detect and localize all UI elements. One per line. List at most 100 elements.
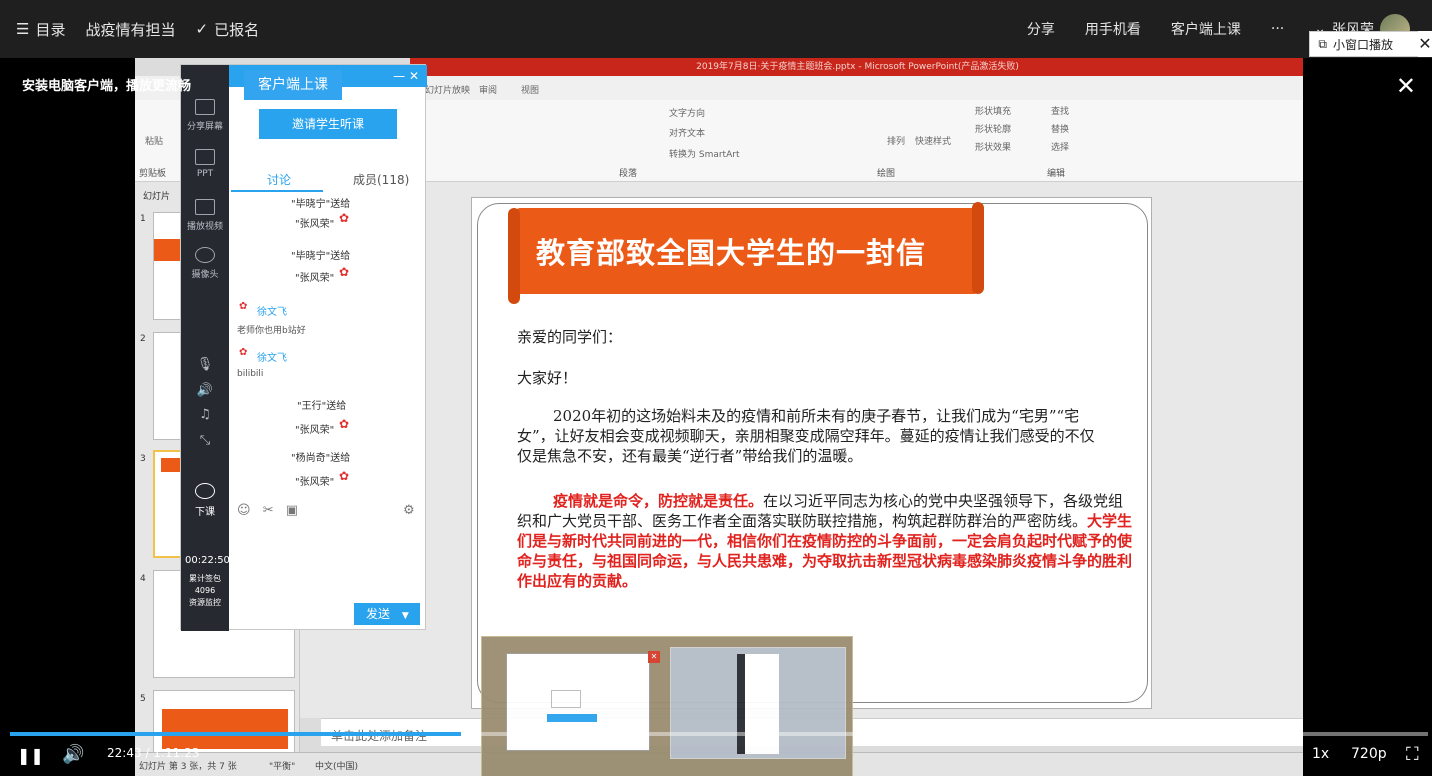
cumulative-label: 累计签包: [189, 574, 221, 583]
chat-message: "王行"送给: [297, 401, 347, 412]
classroom-sidebar: 分享屏幕 PPT 播放视频 摄像头 🎙 🔊 ♫ ⤡ 下课 00:22:50 累计…: [181, 65, 230, 631]
timer-value: 00:22:50: [185, 555, 230, 566]
slide-title: 教育部致全国大学生的一封信: [536, 236, 927, 270]
mini-window-close-icon[interactable]: ✕: [1418, 31, 1432, 57]
slide-canvas: 教育部致全国大学生的一封信 亲爱的同学们： 大家好！ 2020年初的这场始料未及…: [471, 197, 1152, 709]
monitor-label: 资源监控: [189, 598, 221, 607]
title-banner: 教育部致全国大学生的一封信: [508, 202, 984, 304]
music-icon: ♫: [199, 407, 211, 422]
quality-button[interactable]: 720p: [1351, 746, 1387, 762]
course-title: 战疫情有担当: [85, 20, 176, 39]
paste-label: 粘贴: [145, 137, 164, 147]
thumbs-label: 幻灯片: [143, 192, 171, 202]
tab-underline: [231, 190, 323, 192]
letter-paragraph-2: 疫情就是命令，防控就是责任。在以习近平同志为核心的党中央坚强领导下，各级党组织和…: [517, 491, 1137, 591]
mobile-view-button[interactable]: 用手机看: [1085, 19, 1141, 39]
camera-icon: [195, 247, 215, 263]
more-button[interactable]: ···: [1271, 21, 1284, 37]
chat-message: "毕晓宁"送给: [291, 251, 351, 262]
thumb-number: 4: [140, 574, 146, 584]
total-time: 1:11:23: [153, 746, 200, 760]
letter-greeting: 亲爱的同学们：: [517, 328, 623, 346]
ppt-label: PPT: [196, 169, 214, 179]
gear-icon: ⚙: [403, 503, 415, 518]
progress-fill[interactable]: [10, 732, 461, 736]
ribbon-item: 对齐文本: [669, 129, 706, 139]
ppt-window-title: 2019年7月8日·关于疫情主题班会.pptx - Microsoft Powe…: [410, 58, 1303, 76]
expand-icon: ⤡: [199, 433, 211, 448]
class-timer: 00:22:50 累计签包 4096 资源监控: [185, 555, 230, 609]
ppt-icon: [195, 149, 215, 165]
chat-toolbar: ☺ ✂ ▣: [237, 503, 298, 518]
chat-message: "张风荣": [295, 273, 335, 284]
menu-icon: ☰: [16, 20, 30, 38]
ribbon-item: 转换为 SmartArt: [669, 150, 740, 160]
ribbon-item: 文字方向: [669, 109, 706, 119]
top-bar: ☰ 目录 战疫情有担当 ✓ 已报名 分享 用手机看 客户端上课 ··· ⌄ 张风…: [0, 0, 1432, 58]
ppt-tab: 视图: [521, 86, 540, 96]
ribbon-group: 剪贴板: [139, 169, 167, 179]
client-class-cta-button[interactable]: 客户端上课: [244, 70, 342, 100]
chat-message: "毕晓宁"送给: [291, 199, 351, 210]
ribbon-item: 排列: [887, 137, 906, 147]
speed-button[interactable]: 1x: [1312, 746, 1329, 762]
thumb-number: 1: [140, 214, 146, 224]
chat-message: "张风荣": [295, 219, 335, 230]
chat-message: 老师你也用b站好: [237, 326, 306, 336]
letter-paragraph-1: 2020年初的这场始料未及的疫情和前所未有的庚子春节，让我们成为“宅男”“宅女”…: [517, 407, 1095, 465]
video-icon: [195, 199, 215, 215]
ribbon-item: 替换: [1051, 125, 1070, 135]
mini-window-button[interactable]: ⧉ 小窗口播放: [1309, 31, 1422, 57]
thumb-number: 2: [140, 334, 146, 344]
enrolled-status: ✓ 已报名: [195, 19, 259, 40]
install-tip: 安装电脑客户端，播放更流畅: [22, 79, 192, 94]
ribbon-group: 绘图: [877, 169, 896, 179]
ribbon-item: 形状轮廓: [975, 125, 1012, 135]
flower-icon: ✿: [339, 417, 350, 431]
ppt-tab: 幻灯片放映: [425, 86, 471, 96]
client-class-button[interactable]: 客户端上课: [1171, 19, 1241, 39]
ribbon-item: 查找: [1051, 107, 1070, 117]
ribbon-item: 形状效果: [975, 143, 1012, 153]
send-label: 发送: [366, 607, 391, 621]
share-screen-label: 分享屏幕: [186, 122, 223, 132]
share-screen-tool: 分享屏幕: [181, 99, 229, 132]
flower-icon: ✿: [339, 211, 350, 225]
chat-message: "张风荣": [295, 477, 335, 488]
pause-icon[interactable]: ❚❚: [17, 746, 44, 765]
share-button[interactable]: 分享: [1027, 19, 1055, 39]
monitor-icon: [551, 690, 581, 708]
para2-red-1: 疫情就是命令，防控就是责任。: [553, 492, 764, 510]
chat-username: 徐文飞: [257, 307, 287, 318]
scissors-icon: ✂: [262, 503, 274, 518]
menu-button[interactable]: ☰ 目录: [16, 19, 65, 40]
close-icon[interactable]: ✕: [1396, 72, 1416, 100]
chat-message: bilibili: [237, 369, 264, 379]
fullscreen-icon[interactable]: ⛶: [1406, 744, 1419, 765]
play-video-label: 播放视频: [186, 222, 223, 232]
menu-label: 目录: [35, 20, 66, 39]
preview-button: [547, 714, 597, 722]
letter-hello: 大家好！: [517, 369, 578, 387]
check-icon: ✓: [195, 20, 209, 38]
play-video-tool: 播放视频: [181, 199, 229, 232]
preview-close-icon: ✕: [648, 651, 660, 663]
speaker-icon: 🔊: [196, 383, 214, 398]
send-button: 发送 ▼: [354, 603, 420, 625]
cumulative-value: 4096: [194, 586, 216, 595]
mini-window-label: 小窗口播放: [1332, 37, 1393, 52]
chat-username: 徐文飞: [257, 353, 287, 364]
camera-tool: 摄像头: [181, 247, 229, 280]
chat-message: "杨尚奇"送给: [291, 453, 351, 464]
video-player[interactable]: 2019年7月8日·关于疫情主题班会.pptx - Microsoft Powe…: [0, 58, 1432, 776]
end-class-label: 下课: [195, 507, 215, 518]
volume-icon[interactable]: 🔊: [62, 744, 84, 765]
flower-icon: ✿: [339, 265, 350, 279]
tab-discussion: 讨论: [267, 173, 292, 187]
user-icon: ✿: [239, 347, 248, 358]
chat-message: "张风荣": [295, 425, 335, 436]
current-time: 22:43: [107, 746, 142, 760]
tab-members: 成员(118): [353, 173, 410, 187]
flower-icon: ✿: [339, 469, 350, 483]
enrolled-label: 已报名: [214, 20, 260, 39]
